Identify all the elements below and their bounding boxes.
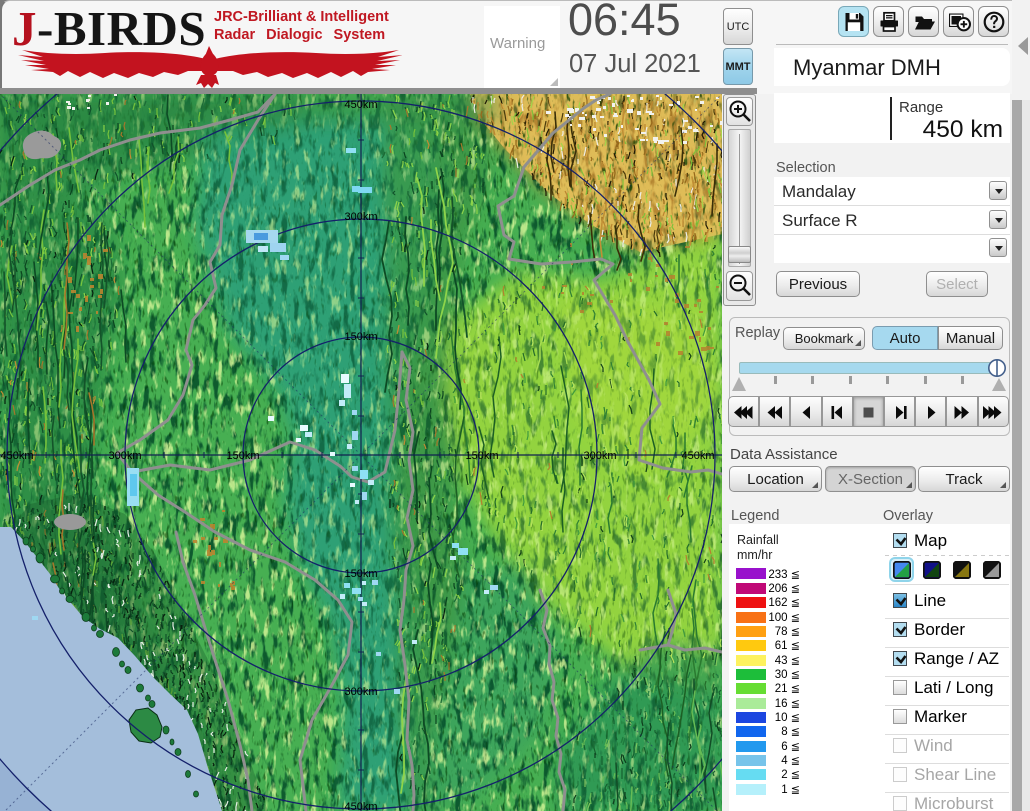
- svg-text:450km: 450km: [344, 801, 377, 811]
- svg-text:150km: 150km: [226, 450, 259, 462]
- svg-text:150km: 150km: [344, 331, 377, 343]
- svg-text:150km: 150km: [344, 568, 377, 580]
- svg-text:450km: 450km: [0, 450, 33, 462]
- svg-text:450km: 450km: [344, 99, 377, 111]
- svg-text:450km: 450km: [681, 450, 714, 462]
- svg-text:300km: 300km: [583, 450, 616, 462]
- svg-text:150km: 150km: [465, 450, 498, 462]
- svg-text:300km: 300km: [344, 211, 377, 223]
- svg-text:300km: 300km: [108, 450, 141, 462]
- svg-text:300km: 300km: [344, 686, 377, 698]
